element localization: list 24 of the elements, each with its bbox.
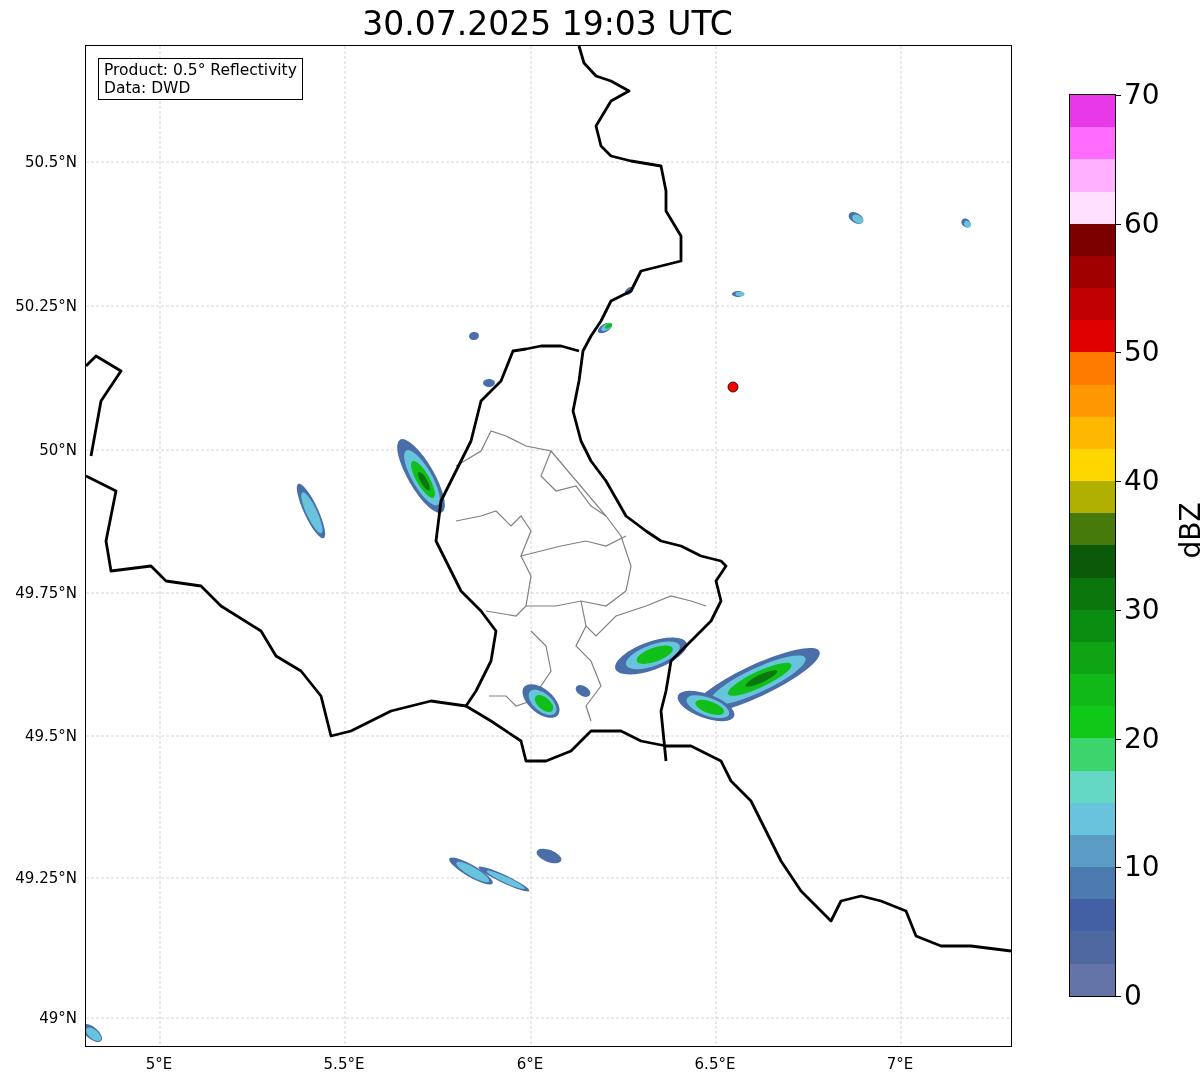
colorbar-tick-label: 10	[1124, 853, 1160, 882]
longitude-label: 5°E	[145, 1055, 173, 1073]
longitude-label: 6.5°E	[694, 1055, 736, 1073]
longitude-label: 6°E	[516, 1055, 544, 1073]
colorbar-tick-label: 30	[1124, 595, 1160, 624]
chart-title: 30.07.2025 19:03 UTC	[361, 3, 734, 45]
colorbar-tick-label: 50	[1124, 338, 1160, 367]
latitude-label: 50.25°N	[15, 297, 77, 315]
latitude-label: 49.75°N	[15, 584, 77, 602]
colorbar-tick-label: 40	[1124, 467, 1160, 496]
longitude-label: 5.5°E	[323, 1055, 365, 1073]
latitude-label: 49.25°N	[15, 869, 77, 887]
colorbar-tick-label: 20	[1124, 724, 1160, 753]
latitude-label: 50.5°N	[24, 153, 77, 171]
latitude-label: 49°N	[39, 1009, 77, 1027]
info-text: Product: 0.5° Reflectivity	[104, 61, 297, 79]
info-text: Data: DWD	[104, 79, 192, 97]
colorbar-tick-label: 60	[1124, 209, 1160, 238]
latitude-label: 49.5°N	[24, 727, 77, 745]
colorbar-label: dBZ	[1173, 502, 1202, 559]
longitude-label: 7°E	[886, 1055, 914, 1073]
latitude-label: 50°N	[39, 441, 77, 459]
colorbar-tick-label: 70	[1124, 81, 1160, 109]
colorbar-tick-label: 0	[1124, 982, 1142, 1010]
